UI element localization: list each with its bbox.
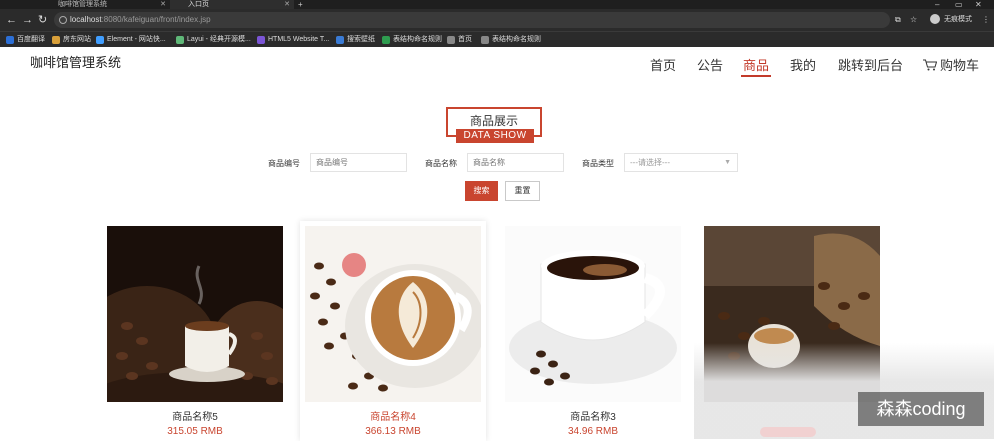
- bookmark-icon: [382, 36, 390, 44]
- bookmark-item[interactable]: 表结构命名规则: [382, 32, 442, 47]
- url-input[interactable]: localhost:8080/kafeiguan/front/index.jsp: [54, 12, 890, 28]
- bookmark-item[interactable]: 表结构命名规则: [481, 32, 541, 47]
- product-name[interactable]: 商品名称4: [300, 408, 486, 423]
- bookmark-label: Layui - 经典开源模...: [187, 36, 251, 43]
- type-label: 商品类型: [582, 159, 614, 168]
- more-menu-icon[interactable]: ⋮: [982, 13, 990, 27]
- product-name[interactable]: 商品名称3: [500, 408, 686, 423]
- nav-home[interactable]: 首页: [650, 55, 676, 74]
- incognito-label[interactable]: 无痕模式: [944, 13, 972, 27]
- section-title: 商品展示 DATA SHOW: [446, 107, 542, 143]
- url-path: :8080/kafeiguan/front/index.jsp: [101, 15, 211, 24]
- tab-label: 咖啡馆管理系统: [58, 1, 107, 8]
- bookmark-icon: [257, 36, 265, 44]
- page: 咖啡馆管理系统 首页 公告 商品 我的 跳转到后台 购物车 商品展示 DATA …: [0, 47, 994, 441]
- section-title-cn: 商品展示: [469, 114, 518, 128]
- nav-mine[interactable]: 我的: [790, 55, 816, 74]
- bookmark-label: 表结构命名规则: [492, 36, 541, 43]
- nav-products[interactable]: 商品: [741, 55, 772, 77]
- bookmark-item[interactable]: 首页: [447, 32, 472, 47]
- cart-icon: [923, 59, 937, 71]
- product-card[interactable]: 商品名称5 315.05 RMB: [102, 221, 288, 441]
- bookmark-label: 搜索壁纸: [347, 36, 375, 43]
- code-input[interactable]: [310, 153, 407, 172]
- product-card[interactable]: 商品名称4 366.13 RMB: [300, 221, 486, 441]
- close-icon[interactable]: ✕: [284, 0, 290, 9]
- name-label: 商品名称: [425, 159, 457, 168]
- tab-cafe-admin[interactable]: 咖啡馆管理系统 ✕: [40, 0, 170, 9]
- section-title-en: DATA SHOW: [456, 129, 534, 143]
- bookmark-icon: [336, 36, 344, 44]
- reset-button[interactable]: 重置: [505, 181, 540, 201]
- info-icon[interactable]: [59, 16, 67, 24]
- bookmark-label: 表结构命名规则: [393, 36, 442, 43]
- translate-icon[interactable]: ⧉: [895, 13, 901, 27]
- nav-notice[interactable]: 公告: [697, 55, 723, 74]
- product-image[interactable]: [107, 226, 283, 402]
- bookmarks-bar: 百度翻译 房东网站 Element - 网站快... Layui - 经典开源模…: [0, 31, 994, 47]
- bookmark-label: Element - 网站快...: [107, 36, 166, 43]
- url-host: localhost: [70, 15, 102, 24]
- search-button[interactable]: 搜索: [465, 181, 498, 201]
- nav-admin[interactable]: 跳转到后台: [838, 55, 903, 74]
- bookmark-label: 首页: [458, 36, 472, 43]
- product-name[interactable]: 商品名称5: [102, 408, 288, 423]
- reload-icon[interactable]: ↻: [38, 13, 47, 27]
- chevron-down-icon: ▼: [724, 159, 731, 166]
- nav-cart[interactable]: 购物车: [923, 55, 979, 74]
- bookmark-icon: [52, 36, 60, 44]
- product-image[interactable]: [305, 226, 481, 402]
- code-label: 商品编号: [268, 159, 300, 168]
- type-select[interactable]: ---请选择--- ▼: [624, 153, 738, 172]
- bookmark-icon: [96, 36, 104, 44]
- product-image[interactable]: [505, 226, 681, 402]
- product-price: 34.96 RMB: [567, 426, 619, 437]
- bookmark-label: HTML5 Website T...: [268, 36, 330, 43]
- maximize-icon[interactable]: ▭: [955, 0, 963, 9]
- back-icon[interactable]: ←: [6, 13, 17, 27]
- watermark: 森森coding: [858, 392, 984, 426]
- bookmark-item[interactable]: Layui - 经典开源模...: [176, 32, 251, 47]
- bookmark-item[interactable]: HTML5 Website T...: [257, 32, 329, 47]
- bookmark-item[interactable]: 百度翻译: [6, 32, 45, 47]
- type-select-value: ---请选择---: [630, 158, 670, 167]
- bookmark-icon: [6, 36, 14, 44]
- minimize-icon[interactable]: –: [935, 0, 939, 9]
- incognito-avatar-icon[interactable]: [930, 14, 940, 24]
- browser-tab-bar: 咖啡馆管理系统 ✕ 入口页 ✕ + – ▭ ✕: [0, 0, 994, 9]
- bookmark-label: 百度翻译: [17, 36, 45, 43]
- bookmark-icon: [447, 36, 455, 44]
- mouse-cursor-highlight: [342, 253, 366, 277]
- bookmark-item[interactable]: Element - 网站快...: [96, 32, 166, 47]
- bookmark-item[interactable]: 搜索壁纸: [336, 32, 375, 47]
- product-price: 366.13 RMB: [365, 426, 421, 437]
- bookmark-icon: [176, 36, 184, 44]
- star-icon[interactable]: ☆: [910, 13, 917, 27]
- forward-icon[interactable]: →: [22, 13, 33, 27]
- name-input[interactable]: [467, 153, 564, 172]
- close-icon[interactable]: ✕: [160, 0, 166, 9]
- product-card[interactable]: 商品名称3 34.96 RMB: [500, 221, 686, 441]
- close-window-icon[interactable]: ✕: [975, 0, 982, 9]
- tab-entry[interactable]: 入口页 ✕: [170, 0, 294, 9]
- tab-label: 入口页: [188, 1, 209, 8]
- blur-smudge: [760, 427, 816, 437]
- nav-cart-label: 购物车: [940, 58, 980, 73]
- site-brand[interactable]: 咖啡馆管理系统: [30, 52, 121, 71]
- bookmark-icon: [481, 36, 489, 44]
- product-price: 315.05 RMB: [167, 426, 223, 437]
- address-bar: ← → ↻ localhost:8080/kafeiguan/front/ind…: [0, 9, 994, 31]
- bookmark-label: 房东网站: [63, 36, 91, 43]
- bookmark-item[interactable]: 房东网站: [52, 32, 91, 47]
- new-tab-icon[interactable]: +: [298, 0, 303, 9]
